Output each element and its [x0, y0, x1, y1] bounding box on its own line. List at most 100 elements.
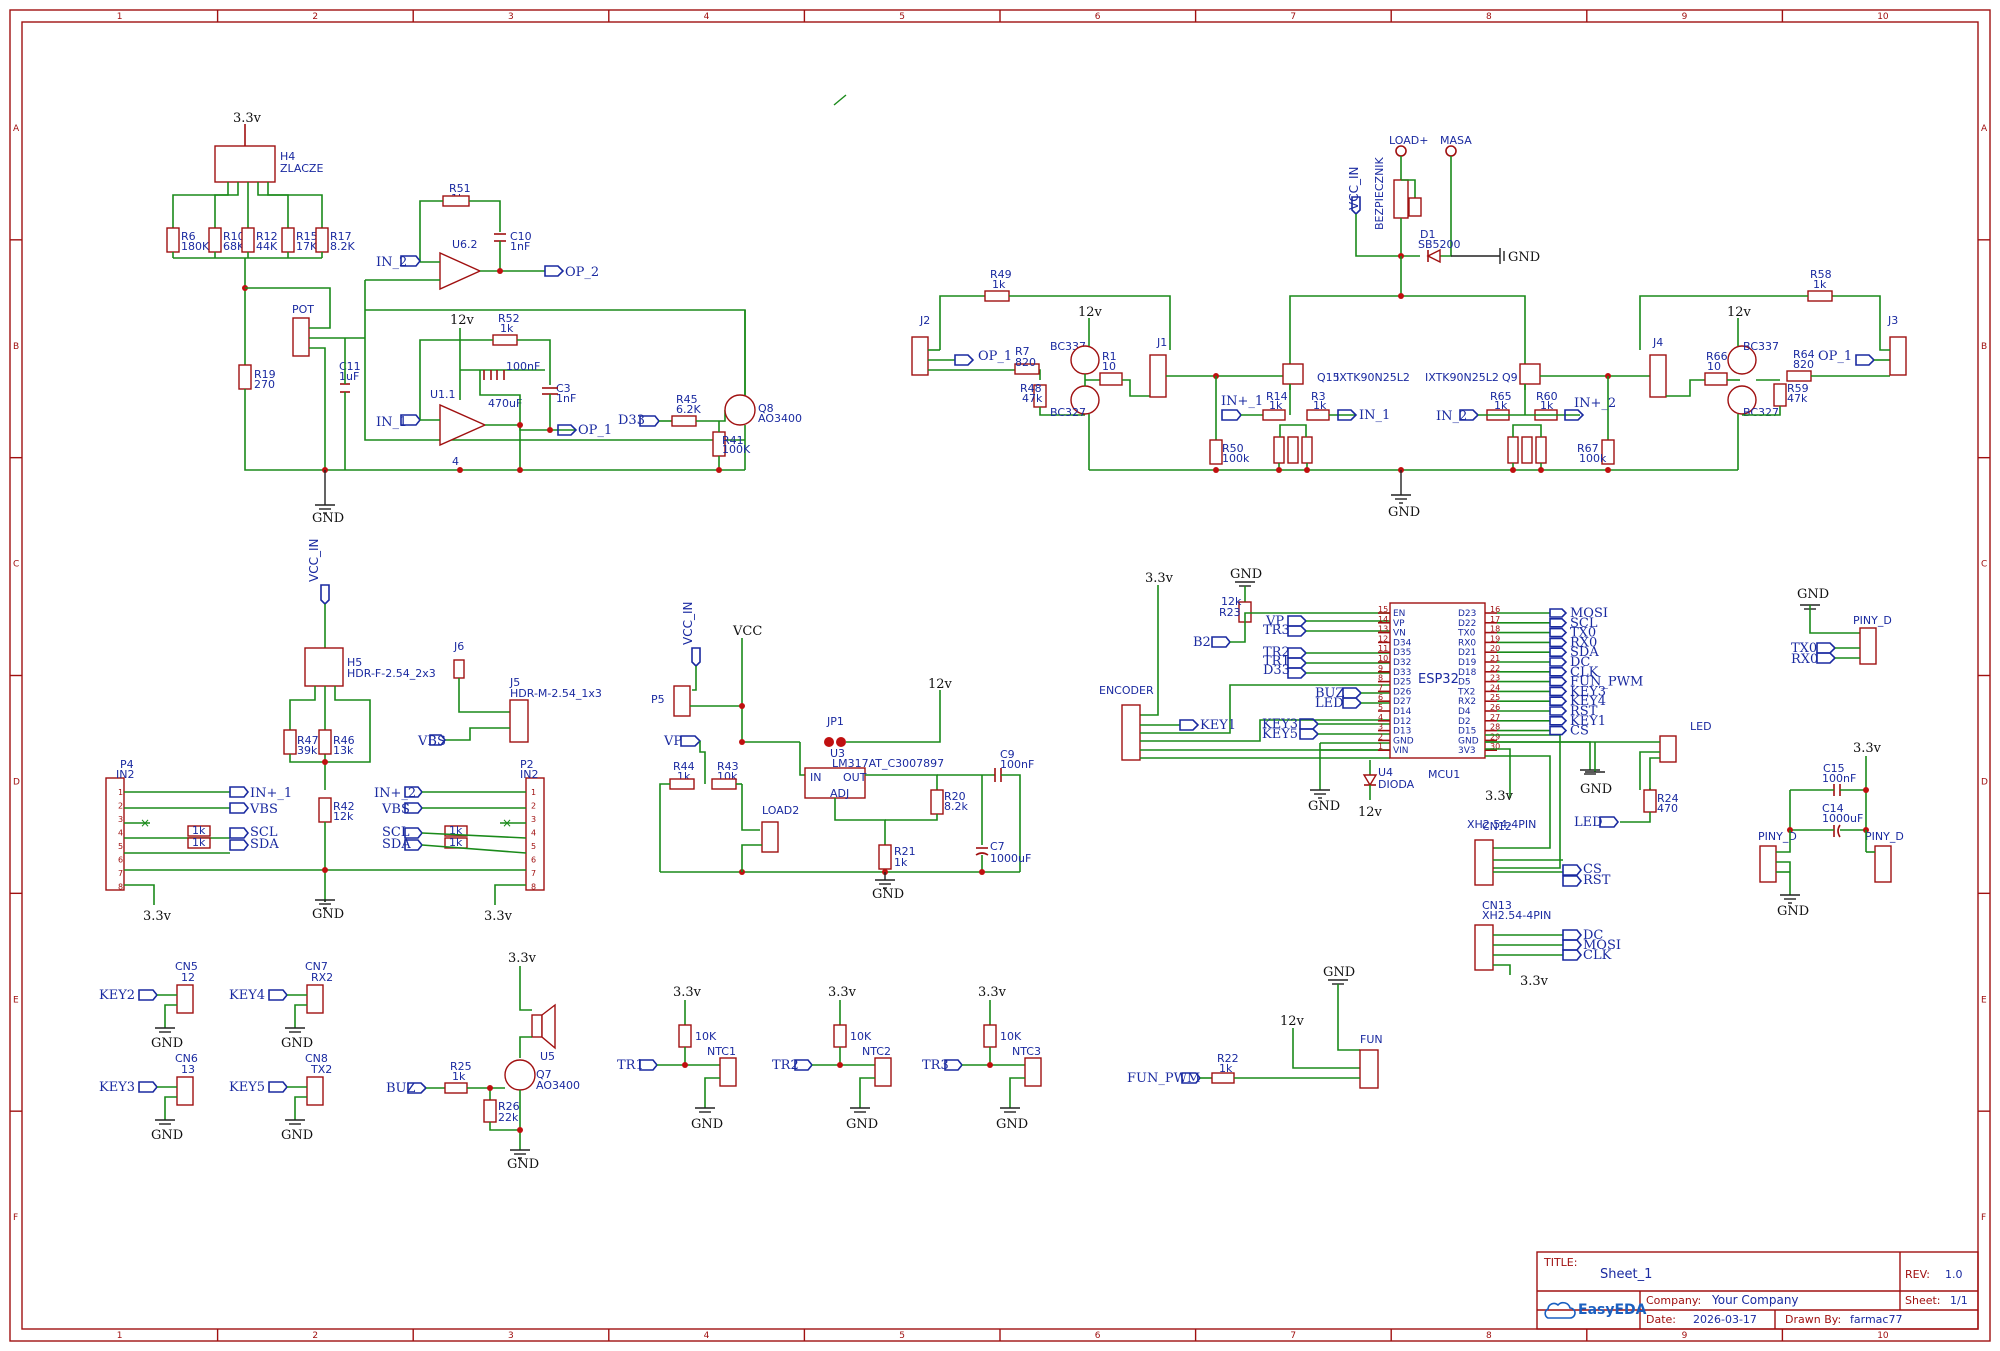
jp1-jumper-b[interactable] — [836, 737, 846, 747]
key5-label-mcu: KEY5 — [1262, 727, 1298, 742]
u3-in-label: IN — [810, 771, 821, 784]
r49-value: 1k — [992, 278, 1006, 291]
gnd-power-b: GND — [1388, 505, 1420, 520]
u6-2-ref: U6.2 — [452, 238, 478, 251]
c9-value: 100nF — [1000, 758, 1034, 771]
r6-resistor — [166, 227, 180, 253]
r45-resistor — [671, 415, 697, 427]
v33-power-enc: 3.3v — [1145, 571, 1174, 586]
r17-resistor — [315, 227, 329, 253]
ntc3-pullup — [983, 1024, 997, 1048]
cn5-connector — [176, 984, 194, 1014]
p4-pin-number: 8 — [118, 883, 123, 892]
r26-value: 22k — [498, 1111, 519, 1124]
esp32-left-pin-number: 1 — [1378, 742, 1383, 751]
v33-power-cn12: 3.3v — [1485, 789, 1514, 804]
jp1-jumper-a[interactable] — [824, 737, 834, 747]
c-100nf-label: 100nF — [506, 360, 540, 373]
tr3-label-ntc3: TR3 — [922, 1058, 949, 1073]
r49-resistor — [984, 290, 1010, 302]
ntc3-pullup-value: 10K — [1000, 1030, 1022, 1043]
pot-connector — [292, 317, 310, 357]
r66-resistor — [1704, 372, 1728, 386]
esp32-left-pin: D32 — [1393, 658, 1411, 668]
bc337-transistor-l — [1070, 345, 1100, 375]
j1-connector — [1149, 354, 1167, 398]
esp32-right-pin: D2 — [1458, 717, 1471, 727]
fun-ref: FUN — [1360, 1033, 1383, 1046]
row-tick-label: E — [13, 995, 19, 1005]
pot-ref: POT — [292, 303, 314, 316]
rev-value: 1.0 — [1945, 1268, 1963, 1281]
esp32-right-pin: D23 — [1458, 609, 1476, 619]
row-tick-label: D — [1981, 777, 1988, 787]
esp32-left-pin: D12 — [1393, 717, 1411, 727]
r47-resistor — [283, 729, 297, 755]
r20-value: 8.2k — [944, 800, 968, 813]
cn6-connector — [176, 1076, 194, 1106]
r41-value: 100K — [722, 443, 751, 456]
q9-mosfet — [1519, 363, 1541, 385]
v33-power-h4: 3.3v — [233, 111, 262, 126]
r66-value: 10 — [1707, 360, 1721, 373]
row-tick-label: B — [13, 342, 19, 352]
load-plus-terminal[interactable] — [1395, 145, 1407, 157]
r21-resistor — [878, 844, 892, 870]
gnd-power-ntc1: GND — [691, 1117, 723, 1132]
r3-value: 1k — [1313, 399, 1327, 412]
ntc1-pullup — [678, 1024, 692, 1048]
row-tick-label: B — [1981, 342, 1987, 352]
ntc3-connector — [1024, 1057, 1042, 1087]
cn12-connector — [1474, 839, 1494, 886]
v33-power-ntc3: 3.3v — [978, 985, 1007, 1000]
col-tick-label: 10 — [1877, 12, 1889, 22]
c11-value: 1uF — [339, 370, 359, 383]
piny-ref-r: PINY_D — [1865, 830, 1904, 843]
r48-value: 47k — [1022, 392, 1043, 405]
gnd-power-d1: GND — [1508, 250, 1540, 265]
j2-connector — [911, 336, 929, 376]
load2-ref: LOAD2 — [762, 804, 799, 817]
date-label: Date: — [1646, 1313, 1676, 1326]
piny-ref-l: PINY_D — [1758, 830, 1797, 843]
led-ref: LED — [1690, 720, 1712, 733]
masa-terminal[interactable] — [1445, 145, 1457, 157]
q15-mosfet — [1282, 363, 1304, 385]
key5-label-cn8: KEY5 — [229, 1080, 265, 1095]
esp32-left-pin-number: 14 — [1378, 615, 1388, 624]
h4-value: ZLACZE — [280, 162, 323, 175]
row-tick-label: D — [13, 777, 20, 787]
esp32-left-pin-number: 15 — [1378, 605, 1388, 614]
q15-value: IXTK90N25L2 — [1336, 371, 1410, 384]
u6-2-opamp — [439, 251, 482, 291]
col-tick-label: 6 — [1095, 12, 1101, 22]
fuse-body — [1408, 197, 1422, 217]
op1-label-j3: OP_1 — [1818, 349, 1852, 364]
bez-label: BEZPIECZNIK — [1373, 156, 1386, 230]
r60-value: 1k — [1540, 399, 1554, 412]
esp32-left-pin-number: 12 — [1378, 634, 1388, 643]
u1-pin4-label: 4 — [452, 455, 459, 468]
v33-power-cn13: 3.3v — [1520, 974, 1549, 989]
r19-resistor — [238, 364, 252, 390]
esp32-right-pin: RX0 — [1458, 638, 1476, 648]
v12-power-r: 12v — [1727, 305, 1752, 320]
esp32-right-pin: 3V3 — [1458, 746, 1476, 756]
p4-pin-number: 6 — [118, 856, 123, 865]
c14-value: 1000uF — [1822, 812, 1863, 825]
esp32-left-pin: D35 — [1393, 648, 1411, 658]
col-tick-label: 3 — [508, 12, 514, 22]
r17-value: 8.2K — [330, 240, 355, 253]
led-connector — [1659, 735, 1677, 763]
section-piny: GND PINY_D TX0 RX0 3.3v C15 100nF C14 10… — [1758, 587, 1904, 919]
mcu1-ref: MCU1 — [1428, 768, 1460, 781]
col-tick-label: 8 — [1486, 12, 1492, 22]
r58-value: 1k — [1813, 278, 1827, 291]
esp32-left-pin-number: 11 — [1378, 644, 1388, 653]
encoder-ref: ENCODER — [1099, 684, 1154, 697]
gnd-power-mcu-r: GND — [1580, 782, 1612, 797]
esp32-left-pin: D25 — [1393, 678, 1411, 688]
r14-value: 1k — [1269, 399, 1283, 412]
d1-value: SB5200 — [1418, 238, 1461, 251]
cn7-value: RX2 — [311, 971, 333, 984]
